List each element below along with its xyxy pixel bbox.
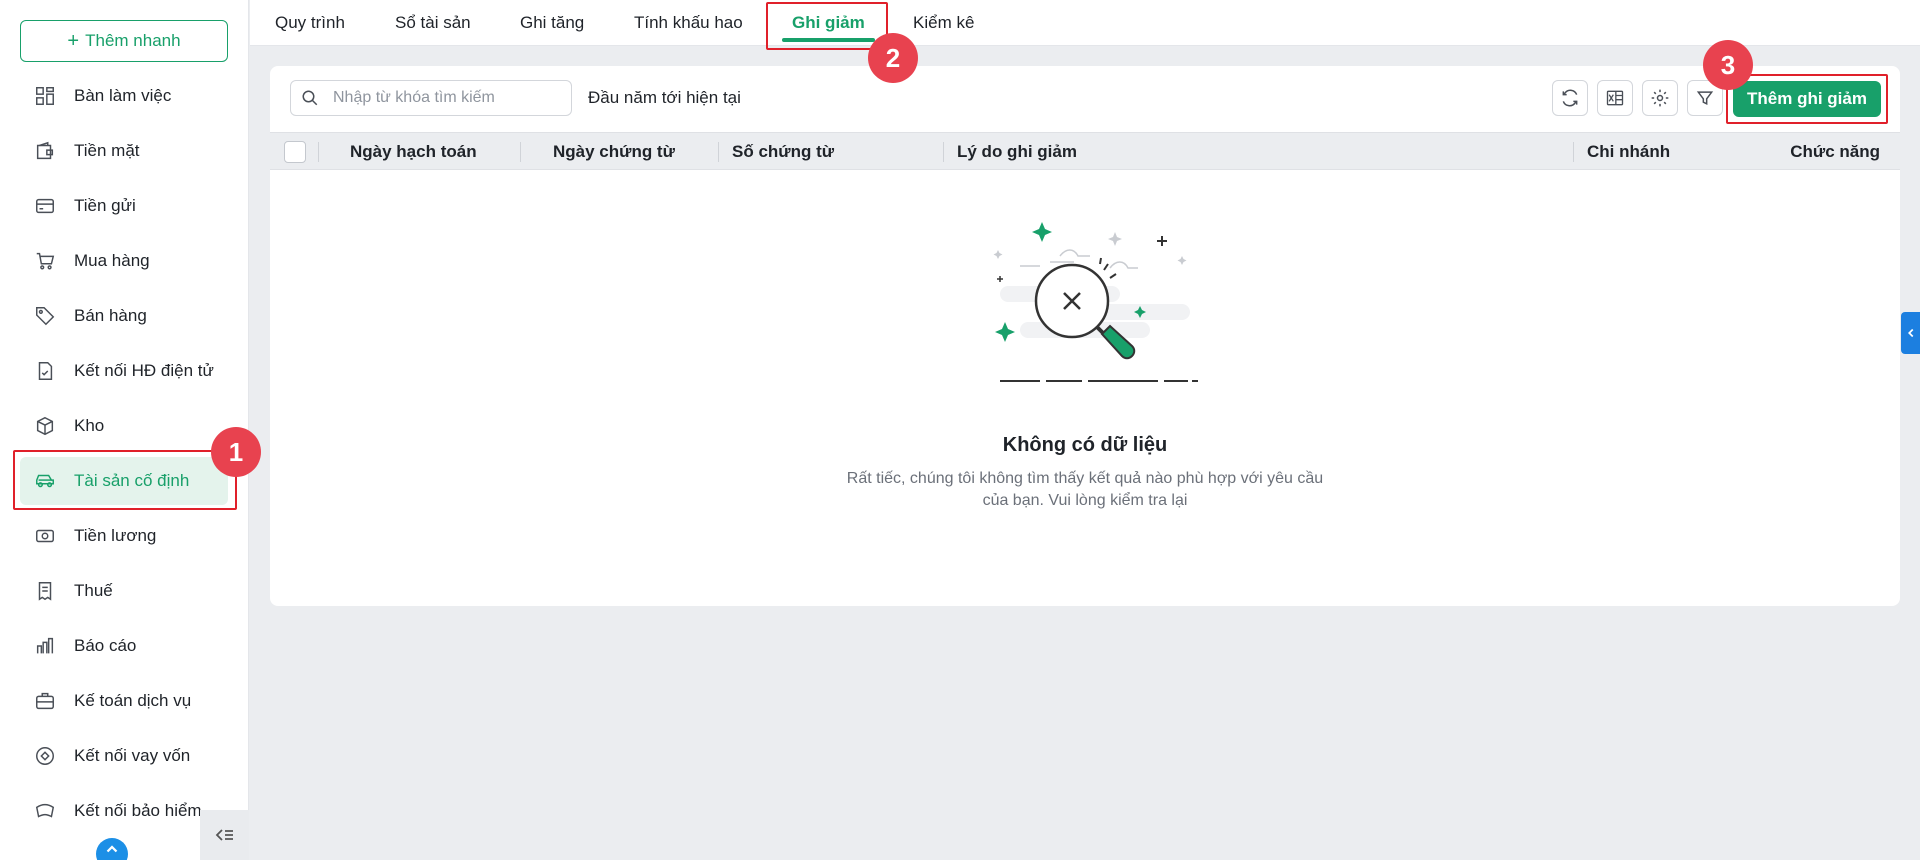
search-input[interactable] xyxy=(333,89,553,107)
sidebar-item-label: Thuế xyxy=(74,581,113,600)
refresh-button[interactable] xyxy=(1552,80,1588,116)
card-icon xyxy=(32,193,58,219)
export-excel-button[interactable] xyxy=(1597,80,1633,116)
tag-icon xyxy=(32,303,58,329)
sidebar-item-label: Kết nối HĐ điện tử xyxy=(74,361,214,380)
tab-so-tai-san[interactable]: Sổ tài sản xyxy=(395,0,471,46)
gear-icon xyxy=(1651,89,1669,107)
column-chi-nhanh[interactable]: Chi nhánh xyxy=(1587,133,1670,171)
refresh-icon xyxy=(1562,89,1578,107)
sidebar-item-mua-hang[interactable]: Mua hàng xyxy=(20,237,228,285)
sidebar-item-ket-noi-bao-hiem[interactable]: Kết nối bảo hiểm xyxy=(20,787,228,835)
dashboard-icon xyxy=(32,83,58,109)
empty-description: Rất tiếc, chúng tôi không tìm thấy kết q… xyxy=(846,470,1324,509)
sidebar-item-label: Bán hàng xyxy=(74,306,147,325)
sidebar-item-label: Kết nối bảo hiểm xyxy=(74,801,202,820)
quick-add-label: Thêm nhanh xyxy=(85,31,181,50)
column-separator xyxy=(318,142,319,162)
sidebar-item-ket-noi-hd[interactable]: Kết nối HĐ điện tử xyxy=(20,347,228,395)
tab-kiem-ke[interactable]: Kiểm kê xyxy=(913,0,974,46)
box-icon xyxy=(32,413,58,439)
step-badge-1: 1 xyxy=(211,427,261,477)
sidebar: + Thêm nhanh Bàn làm việc Tiền mặt Tiền … xyxy=(0,0,249,860)
column-chuc-nang: Chức năng xyxy=(1790,142,1880,161)
side-panel-toggle[interactable] xyxy=(1901,312,1920,354)
excel-icon xyxy=(1606,90,1624,106)
empty-title: Không có dữ liệu xyxy=(1002,434,1168,456)
sidebar-item-ke-toan-dich-vu[interactable]: Kế toán dịch vụ xyxy=(20,677,228,725)
sidebar-item-tien-luong[interactable]: Tiền lương xyxy=(20,512,228,560)
sidebar-item-tien-gui[interactable]: Tiền gửi xyxy=(20,182,228,230)
column-so-chung-tu[interactable]: Số chứng từ xyxy=(732,133,834,171)
content-card: Đầu năm tới hiện tại Thêm ghi giảm Ngày … xyxy=(270,66,1900,606)
plus-icon: + xyxy=(67,30,80,52)
sidebar-item-bao-cao[interactable]: Báo cáo xyxy=(20,622,228,670)
sidebar-item-label: Kế toán dịch vụ xyxy=(74,691,192,710)
collapse-sidebar-button[interactable] xyxy=(200,810,249,860)
sidebar-item-label: Mua hàng xyxy=(74,251,150,270)
quick-add-button[interactable]: + Thêm nhanh xyxy=(20,20,228,62)
chevron-left-icon xyxy=(1907,328,1913,338)
briefcase-icon xyxy=(32,688,58,714)
step-3-highlight xyxy=(1726,74,1888,124)
sidebar-item-label: Báo cáo xyxy=(74,636,137,655)
tab-tinh-khau-hao[interactable]: Tính khấu hao xyxy=(634,0,743,46)
step-2-highlight xyxy=(766,2,888,50)
sidebar-item-label: Tiền mặt xyxy=(74,141,140,160)
invoice-icon xyxy=(32,358,58,384)
receipt-icon xyxy=(32,578,58,604)
sidebar-item-kho[interactable]: Kho xyxy=(20,402,228,450)
column-separator xyxy=(1573,142,1574,162)
column-separator xyxy=(943,142,944,162)
collapse-icon xyxy=(215,829,233,841)
step-1-highlight xyxy=(13,450,237,510)
step-badge-3: 3 xyxy=(1703,40,1753,90)
sidebar-item-label: Bàn làm việc xyxy=(74,86,172,105)
sidebar-item-tien-mat[interactable]: Tiền mặt xyxy=(20,127,228,175)
tab-bar: Quy trình Sổ tài sản Ghi tăng Tính khấu … xyxy=(250,0,1920,46)
money-icon xyxy=(32,523,58,549)
sidebar-item-label: Kết nối vay vốn xyxy=(74,746,191,765)
step-badge-2: 2 xyxy=(868,33,918,83)
sidebar-item-ban-hang[interactable]: Bán hàng xyxy=(20,292,228,340)
column-ngay-chung-tu[interactable]: Ngày chứng từ xyxy=(553,133,675,171)
wallet-icon xyxy=(32,138,58,164)
loan-icon xyxy=(32,743,58,769)
column-ly-do-ghi-giam[interactable]: Lý do ghi giảm xyxy=(957,133,1077,171)
column-separator xyxy=(718,142,719,162)
tab-ghi-tang[interactable]: Ghi tăng xyxy=(520,0,584,46)
scroll-up-button[interactable] xyxy=(96,838,128,860)
sidebar-item-ban-lam-viec[interactable]: Bàn làm việc xyxy=(20,72,228,120)
sidebar-item-thue[interactable]: Thuế xyxy=(20,567,228,615)
settings-button[interactable] xyxy=(1642,80,1678,116)
sidebar-item-ket-noi-vay-von[interactable]: Kết nối vay vốn xyxy=(20,732,228,780)
cart-icon xyxy=(32,248,58,274)
column-ngay-hach-toan[interactable]: Ngày hạch toán xyxy=(350,133,477,171)
table-header: Ngày hạch toán Ngày chứng từ Số chứng từ… xyxy=(270,132,1900,170)
period-selector[interactable]: Đầu năm tới hiện tại xyxy=(588,88,741,108)
search-icon xyxy=(302,90,318,106)
search-box xyxy=(290,80,572,116)
bar-chart-icon xyxy=(32,633,58,659)
sidebar-item-label: Kho xyxy=(74,416,105,435)
sidebar-item-label: Tiền lương xyxy=(74,526,157,545)
select-all-checkbox[interactable] xyxy=(284,141,306,163)
insurance-icon xyxy=(32,798,58,824)
column-separator xyxy=(520,142,521,162)
sidebar-item-label: Tiền gửi xyxy=(74,196,136,215)
filter-icon xyxy=(1696,91,1714,106)
chevron-up-icon xyxy=(106,845,118,853)
empty-state-illustration xyxy=(993,222,1198,382)
tab-quy-trinh[interactable]: Quy trình xyxy=(275,0,345,46)
